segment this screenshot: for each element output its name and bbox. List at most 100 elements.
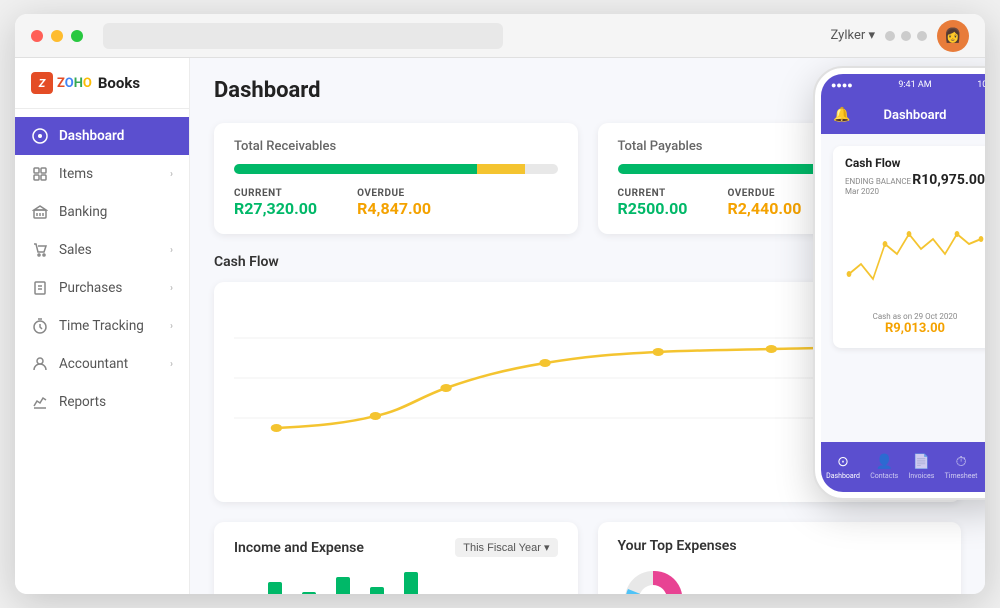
pie-chart-svg — [618, 564, 688, 594]
timetracking-chevron: › — [170, 321, 173, 332]
sidebar-item-purchases[interactable]: Purchases › — [15, 269, 189, 307]
browser-window: Zylker ▾ 👩 Z ZOHO — [15, 14, 985, 594]
phone-cf-amount: R9,013.00 — [845, 321, 985, 336]
receivables-title: Total Receivables — [234, 139, 558, 154]
accountant-chevron: › — [170, 359, 173, 370]
phone-nav-bar: 🔔 Dashboard ↻ — [821, 96, 985, 134]
browser-dot-red[interactable] — [31, 30, 43, 42]
zoho-text: ZOHO — [57, 76, 92, 91]
purchases-icon — [31, 279, 49, 297]
income-expense-title: Income and Expense — [234, 540, 364, 556]
browser-action-dots — [885, 31, 927, 41]
zoho-logo: Z ZOHO — [31, 72, 92, 94]
phone-cf-balance-row: ENDING BALANCE Mar 2020 R10,975.00 — [845, 172, 985, 196]
phone-status-time: 9:41 AM — [898, 80, 931, 90]
phone-nav-contacts-icon: 👤 — [876, 454, 893, 470]
sales-icon — [31, 241, 49, 259]
phone-nav-timesheet[interactable]: ⏱ Timesheet — [945, 454, 978, 480]
payables-overdue-value: R2,440.00 — [727, 199, 801, 218]
phone-nav-invoices-label: Invoices — [909, 472, 935, 480]
phone-nav-contacts-label: Contacts — [870, 472, 898, 480]
phone-nav-timesheet-icon: ⏱ — [956, 454, 967, 470]
items-chevron: › — [170, 169, 173, 180]
phone-bottom-nav: ⊙ Dashboard 👤 Contacts 📄 Invoices ⏱ Time… — [821, 442, 985, 492]
accountant-icon — [31, 355, 49, 373]
payables-current-value: R2500.00 — [618, 199, 688, 218]
legend-label-automobile: Automobile a... — [710, 594, 777, 595]
phone-nav-invoices[interactable]: 📄 Invoices — [909, 454, 935, 480]
phone-cf-title: Cash Flow — [845, 156, 985, 170]
total-receivables-card: Total Receivables CURRENT R27,320.00 OVE… — [214, 123, 578, 234]
sidebar-item-banking[interactable]: Banking — [15, 193, 189, 231]
bar-chart-area — [234, 567, 558, 594]
browser-dot-green[interactable] — [71, 30, 83, 42]
sidebar-item-items[interactable]: Items › — [15, 155, 189, 193]
receivables-progress-yellow — [477, 164, 526, 174]
income-expense-card: Income and Expense This Fiscal Year ▾ — [214, 522, 578, 594]
sidebar-item-dashboard[interactable]: Dashboard — [15, 117, 189, 155]
phone-balance-label1: ENDING BALANCE — [845, 177, 911, 187]
app-layout: Z ZOHO Books Dashb — [15, 58, 985, 594]
phone-status-bar: ●●●● 9:41 AM 100% — [821, 74, 985, 96]
sidebar-item-timetracking[interactable]: Time Tracking › — [15, 307, 189, 345]
main-content: Dashboard Total Receivables CURRENT R27,… — [190, 58, 985, 594]
receivables-current-label: CURRENT — [234, 188, 317, 199]
browser-bar: Zylker ▾ 👩 — [15, 14, 985, 58]
sidebar-label-items: Items — [59, 166, 93, 182]
dashboard-icon — [31, 127, 49, 145]
sidebar-label-banking: Banking — [59, 204, 107, 220]
sidebar-item-accountant[interactable]: Accountant › — [15, 345, 189, 383]
sidebar-item-sales[interactable]: Sales › — [15, 231, 189, 269]
bar-3 — [268, 582, 282, 594]
phone-nav-title: Dashboard — [884, 108, 947, 123]
top-expenses-title: Your Top Expenses — [618, 538, 737, 554]
phone-cf-footer: Cash as on 29 Oct 2020 R9,013.00 — [845, 308, 985, 338]
sidebar-label-sales: Sales — [59, 242, 92, 258]
timetracking-icon — [31, 317, 49, 335]
user-avatar[interactable]: 👩 — [937, 20, 969, 52]
purchases-chevron: › — [170, 283, 173, 294]
phone-balance-label2: Mar 2020 — [845, 187, 911, 197]
browser-dot-yellow[interactable] — [51, 30, 63, 42]
phone-chart-svg — [845, 204, 985, 304]
phone-balance-value: R10,975.00 — [912, 172, 985, 188]
receivables-progress-green — [234, 164, 477, 174]
sidebar-label-reports: Reports — [59, 394, 106, 410]
receivables-values: CURRENT R27,320.00 OVERDUE R4,847.00 — [234, 188, 558, 218]
sidebar-label-purchases: Purchases — [59, 280, 122, 296]
phone-bell-icon[interactable]: 🔔 — [833, 107, 850, 123]
phone-nav-dashboard[interactable]: ⊙ Dashboard — [826, 454, 860, 480]
receivables-current-value: R27,320.00 — [234, 199, 317, 218]
fiscal-year-label: This Fiscal Year ▾ — [463, 541, 549, 554]
reports-icon — [31, 393, 49, 411]
phone-nav-invoices-icon: 📄 — [913, 454, 930, 470]
fiscal-year-button[interactable]: This Fiscal Year ▾ — [455, 538, 557, 557]
phone-nav-dashboard-label: Dashboard — [826, 472, 860, 480]
logo-area: Z ZOHO Books — [15, 58, 189, 109]
receivables-progress — [234, 164, 558, 174]
items-icon — [31, 165, 49, 183]
banking-icon — [31, 203, 49, 221]
books-text: Books — [98, 74, 140, 92]
receivables-overdue-value: R4,847.00 — [357, 199, 431, 218]
pie-legend-automobile: Automobile a... — [698, 594, 777, 595]
phone-content: Cash Flow ENDING BALANCE Mar 2020 R10,97… — [821, 134, 985, 442]
bottom-row: Income and Expense This Fiscal Year ▾ — [214, 522, 961, 594]
sidebar-label-timetracking: Time Tracking — [59, 318, 144, 334]
phone-overlay: ●●●● 9:41 AM 100% 🔔 Dashboard ↻ Cash Flo… — [815, 68, 985, 498]
phone-nav-dashboard-icon: ⊙ — [837, 454, 849, 470]
payables-current-label: CURRENT — [618, 188, 688, 199]
browser-url-bar[interactable] — [103, 23, 503, 49]
sidebar-nav: Dashboard Items › — [15, 109, 189, 594]
sidebar-item-reports[interactable]: Reports — [15, 383, 189, 421]
income-expense-header: Income and Expense This Fiscal Year ▾ — [234, 538, 558, 557]
phone-status-signal: ●●●● — [831, 80, 853, 91]
sidebar-label-dashboard: Dashboard — [59, 128, 124, 144]
phone-cf-date: Cash as on 29 Oct 2020 — [845, 312, 985, 321]
bar-9 — [370, 587, 384, 594]
bar-5 — [302, 592, 316, 594]
bar-7 — [336, 577, 350, 594]
sales-chevron: › — [170, 245, 173, 256]
phone-nav-contacts[interactable]: 👤 Contacts — [870, 454, 898, 480]
user-name[interactable]: Zylker ▾ — [831, 28, 875, 43]
